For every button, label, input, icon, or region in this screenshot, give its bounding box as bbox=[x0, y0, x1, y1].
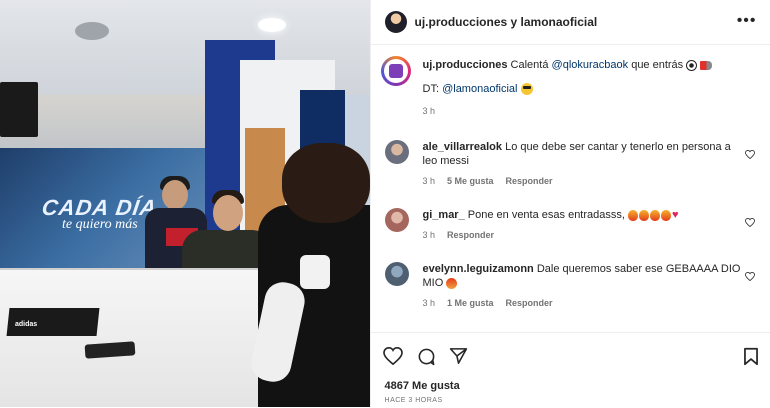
comment-time: 3 h bbox=[422, 176, 436, 186]
post-side-panel: uj.producciones y lamonaoficial ••• uj.p… bbox=[369, 0, 770, 408]
caption-avatar[interactable] bbox=[380, 56, 411, 86]
caption-mention-1[interactable]: @qlokuracbaok bbox=[552, 59, 629, 71]
comment-likes[interactable]: 5 Me gusta bbox=[447, 174, 494, 188]
photo-ceiling-light bbox=[258, 18, 286, 32]
share-paper-plane-icon[interactable] bbox=[449, 347, 468, 365]
comment-avatar[interactable] bbox=[384, 208, 409, 232]
caption-text-before: Calentá bbox=[510, 59, 552, 71]
megaphone-icon bbox=[700, 60, 713, 70]
post-timestamp: HACE 3 HORAS bbox=[384, 397, 443, 404]
soccer-ball-icon bbox=[686, 59, 698, 71]
fire-emoji-icon bbox=[628, 209, 639, 221]
photo-screen bbox=[300, 90, 345, 150]
avatar[interactable] bbox=[384, 11, 407, 33]
heart-outline-icon[interactable] bbox=[744, 150, 755, 159]
comment-avatar[interactable] bbox=[384, 262, 409, 286]
fire-emoji-icon bbox=[639, 209, 650, 221]
comment-likes[interactable]: 1 Me gusta bbox=[447, 296, 494, 310]
fire-emoji-icon bbox=[661, 209, 672, 221]
more-options-icon[interactable]: ••• bbox=[737, 12, 757, 30]
angry-face-emoji-icon bbox=[446, 277, 458, 289]
bookmark-icon[interactable] bbox=[743, 347, 759, 366]
comment-time: 3 h bbox=[422, 298, 436, 308]
caption-username[interactable]: uj.producciones bbox=[423, 59, 508, 71]
red-heart-emoji-icon: ♥ bbox=[672, 209, 679, 222]
comment-reply-button[interactable]: Responder bbox=[447, 228, 494, 242]
comment-username[interactable]: ale_villarrealok bbox=[423, 141, 503, 153]
heart-outline-icon[interactable] bbox=[744, 272, 755, 281]
comment-avatar[interactable] bbox=[384, 140, 409, 164]
caption-mention-2[interactable]: @lamonaoficial bbox=[442, 83, 517, 95]
comment-username[interactable]: evelynn.leguizamonn bbox=[423, 263, 534, 275]
photo-box-label: adidas bbox=[15, 321, 38, 328]
fire-emoji-icon bbox=[650, 209, 661, 221]
photo-table bbox=[0, 268, 290, 407]
post-actions-bar: 4867 Me gusta HACE 3 HORAS bbox=[370, 332, 770, 408]
photo-speaker bbox=[0, 82, 38, 137]
post-photo[interactable]: CADA DÍA te quiero más adidas bbox=[0, 0, 370, 407]
mural-text-sub: te quiero más bbox=[62, 217, 138, 232]
sunglasses-emoji-icon bbox=[520, 83, 533, 96]
caption-time: 3 h bbox=[422, 106, 436, 116]
caption-dt-prefix: DT: bbox=[422, 83, 443, 95]
post-header-title[interactable]: uj.producciones y lamonaoficial bbox=[415, 15, 598, 29]
like-heart-icon[interactable] bbox=[382, 347, 403, 365]
comment-bubble-icon[interactable] bbox=[417, 347, 436, 366]
comment-text: Pone en venta esas entradasss, bbox=[467, 209, 625, 221]
comment-time: 3 h bbox=[422, 230, 436, 241]
comment-username[interactable]: gi_mar_ bbox=[423, 209, 465, 221]
caption-text-after: que entrás bbox=[628, 59, 687, 71]
post-header: uj.producciones y lamonaoficial ••• bbox=[370, 0, 770, 45]
post-likes-count[interactable]: 4867 Me gusta bbox=[385, 380, 460, 392]
photo-ceiling-vent bbox=[75, 22, 109, 40]
comment-reply-button[interactable]: Responder bbox=[506, 296, 553, 310]
comment-reply-button[interactable]: Responder bbox=[506, 174, 553, 188]
heart-outline-icon[interactable] bbox=[744, 218, 755, 227]
